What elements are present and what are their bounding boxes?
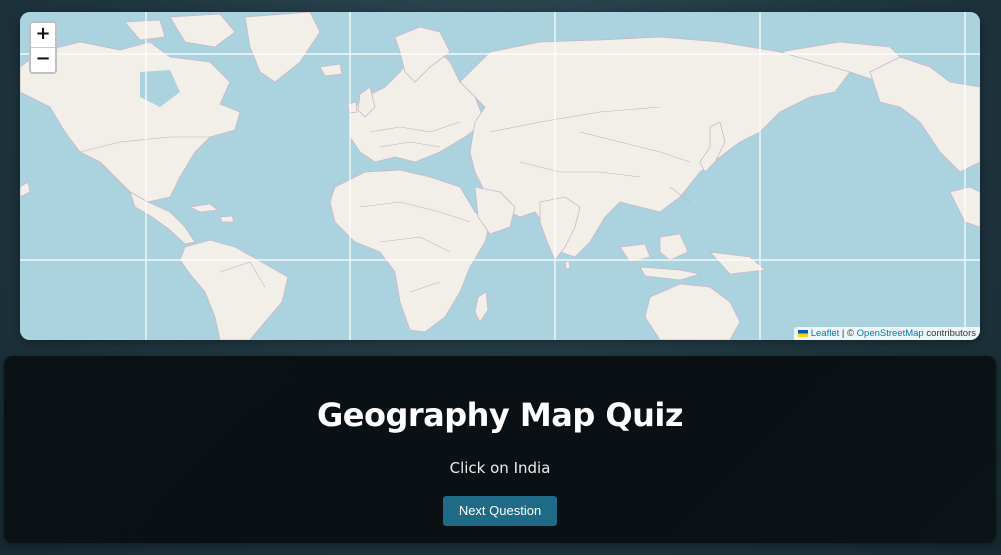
question-prompt: Click on India xyxy=(449,459,551,477)
world-map[interactable]: + − Leaflet | © OpenStreetMap contributo… xyxy=(20,12,980,340)
openstreetmap-link[interactable]: OpenStreetMap xyxy=(857,328,924,339)
next-question-button[interactable]: Next Question xyxy=(443,496,557,526)
zoom-control: + − xyxy=(29,21,57,74)
attribution-separator: | © xyxy=(839,328,857,339)
page-title: Geography Map Quiz xyxy=(317,396,683,434)
leaflet-link[interactable]: Leaflet xyxy=(811,328,840,339)
map-tiles[interactable] xyxy=(20,12,980,340)
quiz-panel: Geography Map Quiz Click on India Next Q… xyxy=(4,356,996,543)
zoom-out-button[interactable]: − xyxy=(31,48,55,72)
map-attribution: Leaflet | © OpenStreetMap contributors xyxy=(793,327,980,340)
attribution-suffix: contributors xyxy=(923,328,976,339)
zoom-in-button[interactable]: + xyxy=(31,23,55,48)
ukraine-flag-icon xyxy=(797,330,808,337)
